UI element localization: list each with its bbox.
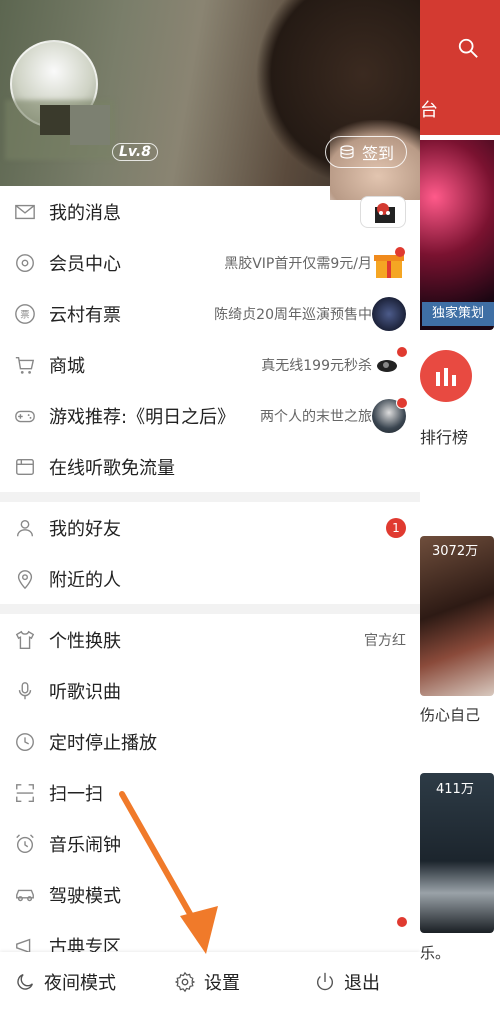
menu-item-freeflow[interactable]: 在线听歌免流量 [0,441,420,492]
notification-dot [396,396,408,409]
person-icon [16,519,34,536]
annotation-arrow [119,791,218,954]
menu-label: 在线听歌免流量 [49,457,175,479]
divider [0,604,420,614]
menu-item-tickets[interactable]: 票 云村有票 陈绮贞20周年巡演预售中 [0,288,420,339]
playlist-cover [420,773,494,933]
menu-label: 云村有票 [49,304,121,326]
gear-icon [174,971,196,992]
profile-header: Lv.8 签到 [0,0,420,200]
menu-label: 我的好友 [49,518,121,540]
gift-icon [374,246,405,278]
cart-icon [15,356,35,374]
svg-text:票: 票 [20,309,29,320]
scan-icon [16,783,34,802]
night-mode-label: 夜间模式 [44,972,116,994]
menu-label: 会员中心 [49,253,121,275]
settings-label: 设置 [204,972,240,994]
menu-item-skin[interactable]: 个性换肤 官方红 [0,614,420,665]
rank-icon [420,350,472,402]
menu-label: 我的消息 [49,202,121,224]
username-blurred [70,105,110,145]
playlist-cover [420,536,494,696]
menu-extra: 两个人的末世之旅 [260,408,372,425]
notification-dot [396,345,408,358]
ticket-icon: 票 [15,303,35,324]
username-blurred [40,105,70,135]
message-thumbnail [360,195,406,228]
search-icon [458,38,478,58]
play-count: 3072万 [432,544,479,559]
background-app: 台 独家策划 排行榜 3072万 伤心自己 411万 乐。 [420,0,500,1011]
car-icon [16,889,34,901]
notification-dot [396,916,408,928]
drawer-bottom-bar: 夜间模式 设置 退出 [0,952,420,1011]
playlist-caption: 乐。 [420,944,451,962]
menu-item-vip[interactable]: 会员中心 黑胶VIP首开仅需9元/月 [0,237,420,288]
menu-item-messages[interactable]: 我的消息 [0,186,420,237]
menu-item-nearby[interactable]: 附近的人 [0,553,420,604]
playlist-caption: 伤心自己 [420,706,481,724]
watermark-text: Bai 经验 [382,972,449,991]
alarm-icon [16,833,34,853]
menu-label: 个性换肤 [49,630,121,652]
vinyl-icon [16,253,34,272]
signin-label: 签到 [361,144,394,163]
menu-label: 定时停止播放 [49,732,157,754]
tshirt-icon [15,630,35,649]
play-count: 411万 [436,782,474,797]
watermark-url: jingyan.baidu.com [398,990,482,1000]
earbuds-thumbnail [372,345,408,382]
background-tab-text: 台 [420,100,438,121]
sim-icon [16,458,34,475]
ticket-thumbnail [372,296,406,331]
clock-icon [16,732,34,751]
gamepad-icon [15,410,35,422]
menu-item-identify[interactable]: 听歌识曲 [0,665,420,716]
microphone-icon [18,681,32,699]
menu-item-games[interactable]: 游戏推荐:《明日之后》 两个人的末世之旅 [0,390,420,441]
signin-button[interactable]: 签到 [325,136,407,168]
menu-label: 游戏推荐:《明日之后》 [49,406,236,428]
menu-label: 扫一扫 [49,783,103,805]
menu-extra: 陈绮贞20周年巡演预售中 [214,306,372,323]
menu-label: 附近的人 [49,569,121,591]
location-icon [17,569,33,589]
exclusive-label: 独家策划 [422,302,494,326]
logout-button[interactable]: 退出 [314,952,380,1011]
rank-label: 排行榜 [420,428,469,447]
settings-button[interactable]: 设置 [174,952,240,1011]
night-mode-button[interactable]: 夜间模式 [14,952,116,1011]
level-badge[interactable]: Lv.8 [112,143,158,161]
menu-label: 听歌识曲 [49,681,121,703]
watermark: Bai 经验 jingyan.baidu.com [380,968,500,1008]
menu-label: 商城 [49,355,85,377]
menu-extra: 官方红 [364,632,406,649]
game-thumbnail [372,396,408,433]
coin-icon [340,145,354,159]
logout-label: 退出 [344,972,380,994]
power-icon [316,972,334,990]
menu-extra: 黑胶VIP首开仅需9元/月 [224,255,372,272]
mail-icon [15,204,35,219]
menu-item-store[interactable]: 商城 真无线199元秒杀 [0,339,420,390]
friends-badge: 1 [386,517,406,538]
menu-extra: 真无线199元秒杀 [261,357,372,374]
moon-icon [17,973,33,990]
menu-item-timer[interactable]: 定时停止播放 [0,716,420,767]
menu-item-friends[interactable]: 我的好友 1 [0,502,420,553]
divider [0,492,420,502]
